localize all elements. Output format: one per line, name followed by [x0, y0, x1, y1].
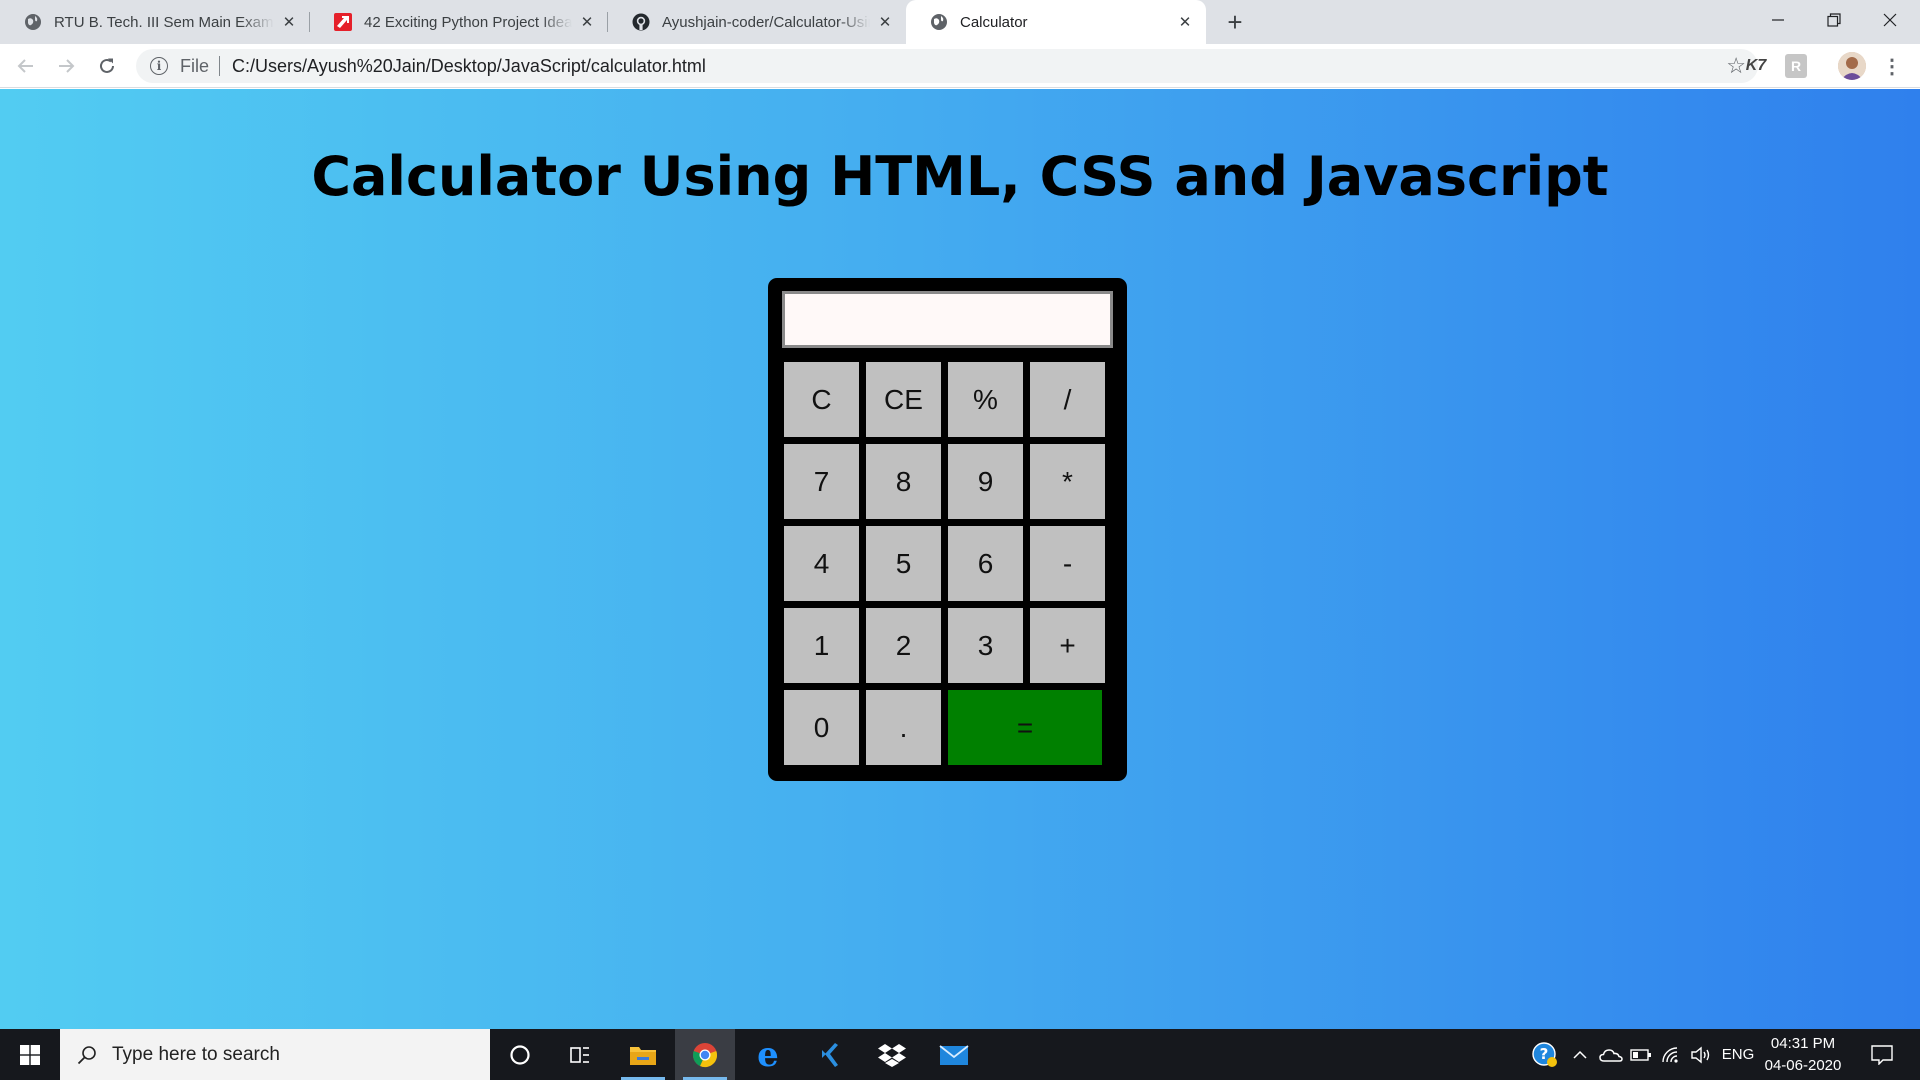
close-tab-icon[interactable]: ✕: [1176, 13, 1194, 31]
tab-calculator[interactable]: Calculator ✕: [906, 0, 1206, 44]
tab-rtu-exam[interactable]: RTU B. Tech. III Sem Main Exam - ✕: [0, 0, 310, 44]
percent-button[interactable]: %: [948, 362, 1023, 437]
back-arrow-icon[interactable]: [10, 50, 42, 82]
add-button[interactable]: +: [1030, 608, 1105, 683]
digit-8-button[interactable]: 8: [866, 444, 941, 519]
taskbar-search-box[interactable]: Type here to search: [60, 1029, 490, 1080]
tab-github-repo[interactable]: Ayushjain-coder/Calculator-Using ✕: [608, 0, 906, 44]
github-icon: [632, 13, 650, 31]
minimize-icon[interactable]: [1750, 0, 1806, 40]
clear-entry-button[interactable]: CE: [866, 362, 941, 437]
svg-text:?: ?: [1540, 1045, 1549, 1063]
clear-button[interactable]: C: [784, 362, 859, 437]
notification-center-icon[interactable]: [1862, 1029, 1902, 1080]
subtract-button[interactable]: -: [1030, 526, 1105, 601]
reload-icon[interactable]: [91, 50, 123, 82]
browser-toolbar: i File C:/Users/Ayush%20Jain/Desktop/Jav…: [0, 44, 1920, 88]
forward-arrow-icon[interactable]: [50, 50, 82, 82]
page-content: Calculator Using HTML, CSS and Javascrip…: [0, 89, 1920, 1029]
page-title: Calculator Using HTML, CSS and Javascrip…: [311, 145, 1609, 208]
info-icon[interactable]: i: [150, 57, 168, 75]
decimal-point-button[interactable]: .: [866, 690, 941, 765]
new-tab-button[interactable]: +: [1221, 7, 1249, 37]
battery-icon[interactable]: [1628, 1029, 1654, 1080]
digit-1-button[interactable]: 1: [784, 608, 859, 683]
globe-icon: [930, 13, 948, 31]
volume-icon[interactable]: [1688, 1029, 1714, 1080]
digit-2-button[interactable]: 2: [866, 608, 941, 683]
chrome-menu-icon[interactable]: ⋮: [1882, 54, 1902, 78]
upgrad-logo-icon: [334, 13, 352, 31]
search-placeholder: Type here to search: [112, 1043, 280, 1065]
close-tab-icon[interactable]: ✕: [578, 13, 596, 31]
digit-5-button[interactable]: 5: [866, 526, 941, 601]
tab-title: Ayushjain-coder/Calculator-Using: [662, 13, 870, 31]
tab-title: Calculator: [960, 13, 1028, 31]
calculator-display[interactable]: [782, 291, 1113, 348]
cortana-icon[interactable]: [490, 1029, 550, 1080]
digit-6-button[interactable]: 6: [948, 526, 1023, 601]
clock-time: 04:31 PM: [1770, 1035, 1836, 1052]
address-bar[interactable]: i File C:/Users/Ayush%20Jain/Desktop/Jav…: [136, 49, 1758, 83]
close-tab-icon[interactable]: ✕: [280, 13, 298, 31]
dropbox-icon[interactable]: [862, 1029, 922, 1080]
close-window-icon[interactable]: [1862, 0, 1918, 40]
search-icon: [76, 1044, 98, 1066]
vscode-icon[interactable]: [800, 1029, 860, 1080]
digit-3-button[interactable]: 3: [948, 608, 1023, 683]
equals-button[interactable]: =: [948, 690, 1102, 765]
windows-taskbar: Type here to search e ? ENG 04:31 PM 04-…: [0, 1029, 1920, 1080]
digit-0-button[interactable]: 0: [784, 690, 859, 765]
file-explorer-icon[interactable]: [613, 1029, 673, 1080]
tab-python-ideas[interactable]: 42 Exciting Python Project Ideas & ✕: [310, 0, 608, 44]
calculator: C CE % / 7 8 9 * 4 5 6 - 1 2 3 + 0 . =: [768, 278, 1127, 781]
address-divider: [219, 56, 221, 76]
taskbar-clock[interactable]: 04:31 PM 04-06-2020: [1756, 1033, 1850, 1077]
tab-title: RTU B. Tech. III Sem Main Exam -: [54, 13, 274, 31]
multiply-button[interactable]: *: [1030, 444, 1105, 519]
chevron-up-icon[interactable]: [1568, 1029, 1592, 1080]
digit-7-button[interactable]: 7: [784, 444, 859, 519]
address-url[interactable]: C:/Users/Ayush%20Jain/Desktop/JavaScript…: [232, 56, 706, 77]
language-indicator[interactable]: ENG: [1718, 1029, 1758, 1080]
divide-button[interactable]: /: [1030, 362, 1105, 437]
globe-icon: [24, 13, 42, 31]
windows-start-icon[interactable]: [0, 1029, 60, 1080]
r-extension-icon[interactable]: R: [1785, 54, 1807, 78]
task-view-icon[interactable]: [550, 1029, 610, 1080]
onedrive-icon[interactable]: [1597, 1029, 1625, 1080]
clock-date: 04-06-2020: [1764, 1057, 1842, 1074]
close-tab-icon[interactable]: ✕: [876, 13, 894, 31]
profile-avatar[interactable]: [1838, 52, 1866, 80]
browser-tab-strip: RTU B. Tech. III Sem Main Exam - ✕ 42 Ex…: [0, 0, 1920, 44]
tab-title: 42 Exciting Python Project Ideas &: [364, 13, 572, 31]
mail-icon[interactable]: [924, 1029, 984, 1080]
digit-4-button[interactable]: 4: [784, 526, 859, 601]
chrome-icon[interactable]: [675, 1029, 735, 1080]
restore-icon[interactable]: [1806, 0, 1862, 40]
address-scheme: File: [180, 55, 210, 76]
help-icon[interactable]: ?: [1528, 1029, 1562, 1080]
wifi-icon[interactable]: [1659, 1029, 1685, 1080]
edge-icon[interactable]: e: [738, 1029, 798, 1080]
digit-9-button[interactable]: 9: [948, 444, 1023, 519]
k7-extension-icon[interactable]: K7: [1742, 54, 1770, 78]
